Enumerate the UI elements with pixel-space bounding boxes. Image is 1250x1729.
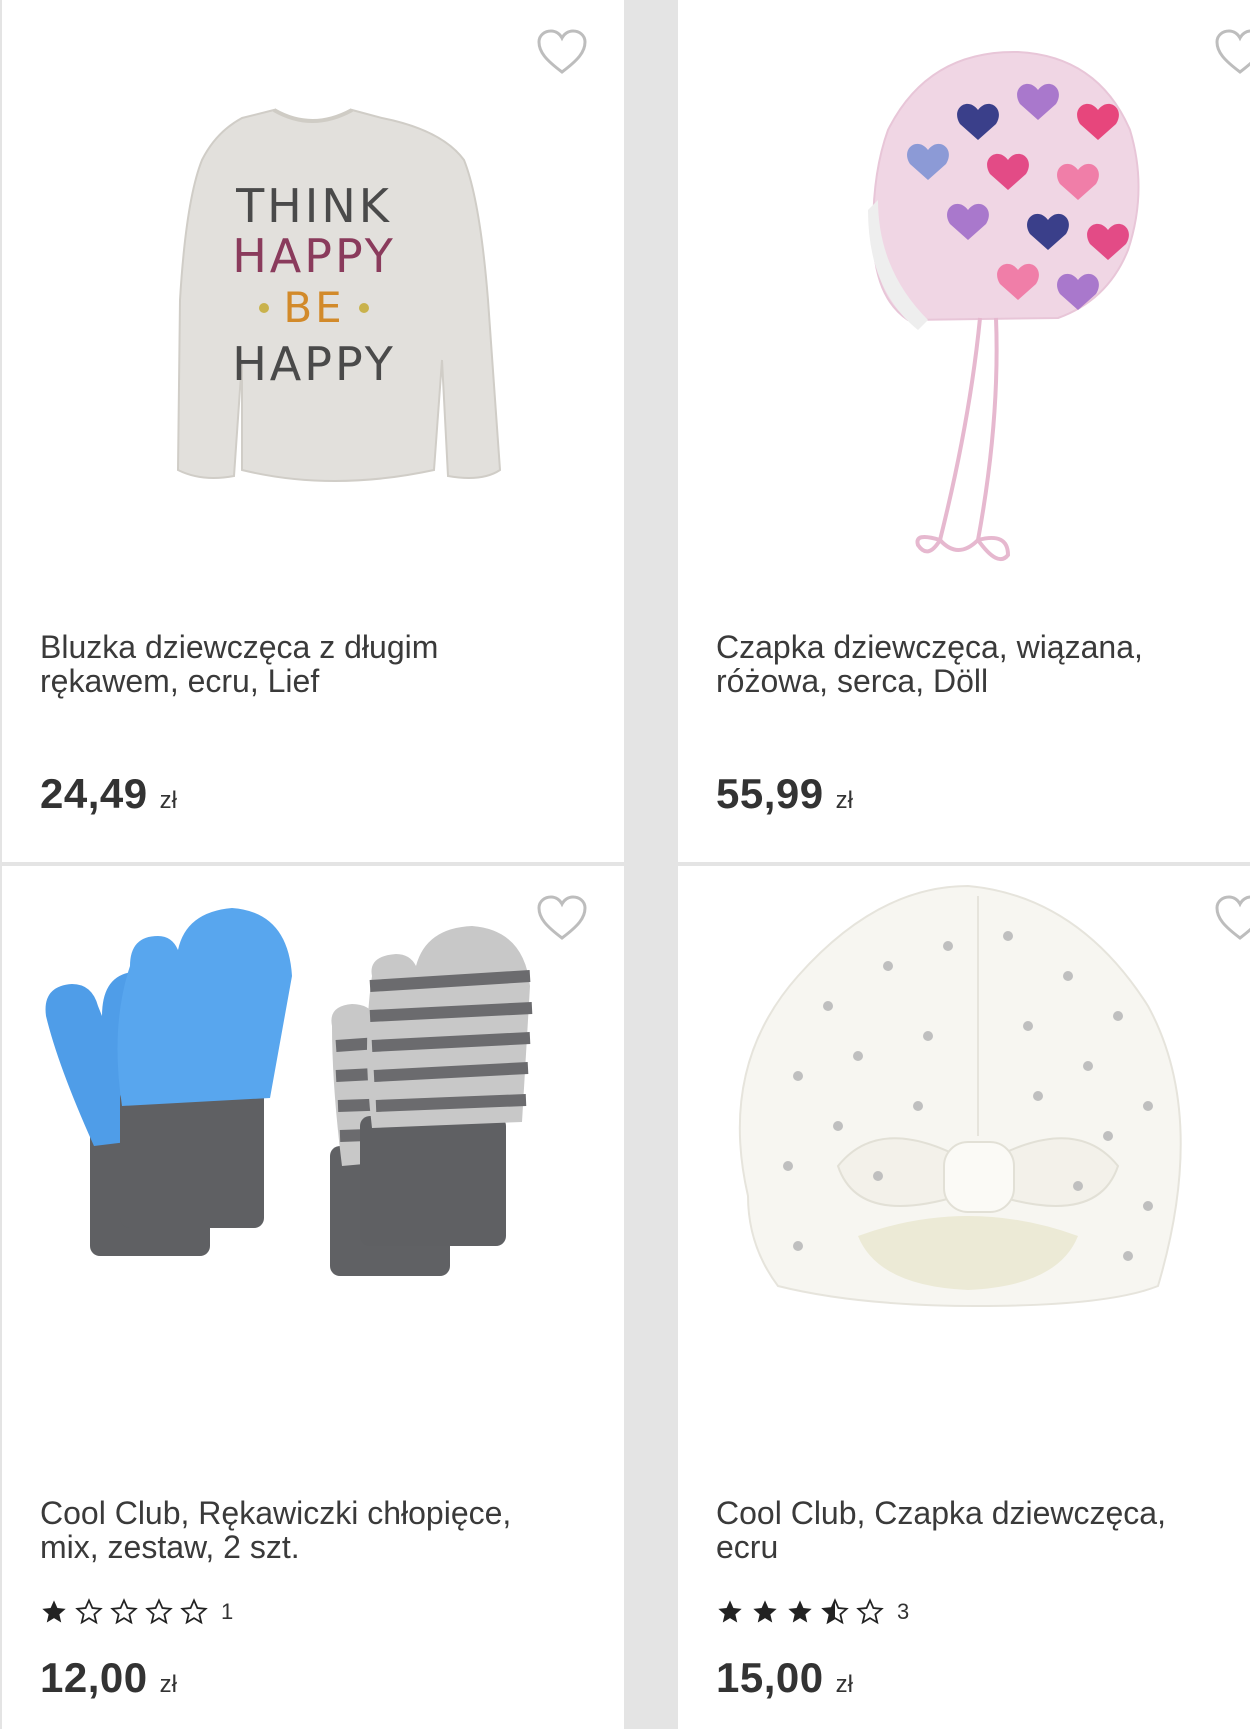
product-title[interactable]: Cool Club, Rękawiczki chłopięce, mix, ze…	[40, 1496, 560, 1564]
star-filled-icon	[753, 1600, 777, 1623]
rating-count: 3	[897, 1599, 910, 1624]
star-empty-icon	[856, 1598, 884, 1625]
shirt-print-line-4: HAPPY	[232, 337, 396, 391]
product-title[interactable]: Czapka dziewczęca, wiązana, różowa, serc…	[716, 630, 1236, 698]
product-image[interactable]	[678, 0, 1250, 600]
product-image[interactable]	[2, 866, 624, 1466]
price-currency: zł	[159, 1671, 177, 1698]
shirt-print-line-3: BE	[283, 283, 344, 332]
product-price: 15,00 zł	[716, 1654, 853, 1702]
striped-mitten	[367, 926, 533, 1128]
product-card[interactable]: Cool Club, Rękawiczki chłopięce, mix, ze…	[2, 866, 624, 1729]
price-currency: zł	[835, 1671, 853, 1698]
price-amount: 12,00	[40, 1654, 148, 1701]
product-image[interactable]	[678, 866, 1250, 1466]
price-amount: 15,00	[716, 1654, 824, 1701]
product-card[interactable]: THINK HAPPY BE HAPPY Bluzka dziewczęca z…	[2, 0, 624, 862]
star-empty-icon	[110, 1598, 138, 1625]
rating-count: 1	[221, 1599, 234, 1624]
product-title[interactable]: Bluzka dziewczęca z długim rękawem, ecru…	[40, 630, 560, 698]
product-price: 24,49 zł	[40, 770, 177, 818]
product-price: 12,00 zł	[40, 1654, 177, 1702]
star-empty-icon	[75, 1598, 103, 1625]
star-empty-icon	[180, 1598, 208, 1625]
price-amount: 24,49	[40, 770, 148, 817]
star-filled-icon	[788, 1600, 812, 1623]
shirt-print-line-1: THINK	[235, 179, 392, 233]
rating-stars[interactable]: 3	[716, 1594, 909, 1630]
price-currency: zł	[835, 787, 853, 814]
product-title[interactable]: Cool Club, Czapka dziewczęca, ecru	[716, 1496, 1236, 1564]
price-currency: zł	[159, 787, 177, 814]
shirt-print-line-2: HAPPY	[232, 229, 396, 283]
star-empty-icon	[145, 1598, 173, 1625]
rating-stars[interactable]: 1	[40, 1594, 233, 1630]
price-amount: 55,99	[716, 770, 824, 817]
star-filled-icon	[42, 1600, 66, 1623]
star-filled-icon	[718, 1600, 742, 1623]
product-price: 55,99 zł	[716, 770, 853, 818]
product-card[interactable]: Czapka dziewczęca, wiązana, różowa, serc…	[678, 0, 1250, 862]
product-card[interactable]: Cool Club, Czapka dziewczęca, ecru 3 15,…	[678, 866, 1250, 1729]
star-half-icon	[821, 1598, 849, 1625]
product-image[interactable]: THINK HAPPY BE HAPPY	[2, 0, 624, 600]
